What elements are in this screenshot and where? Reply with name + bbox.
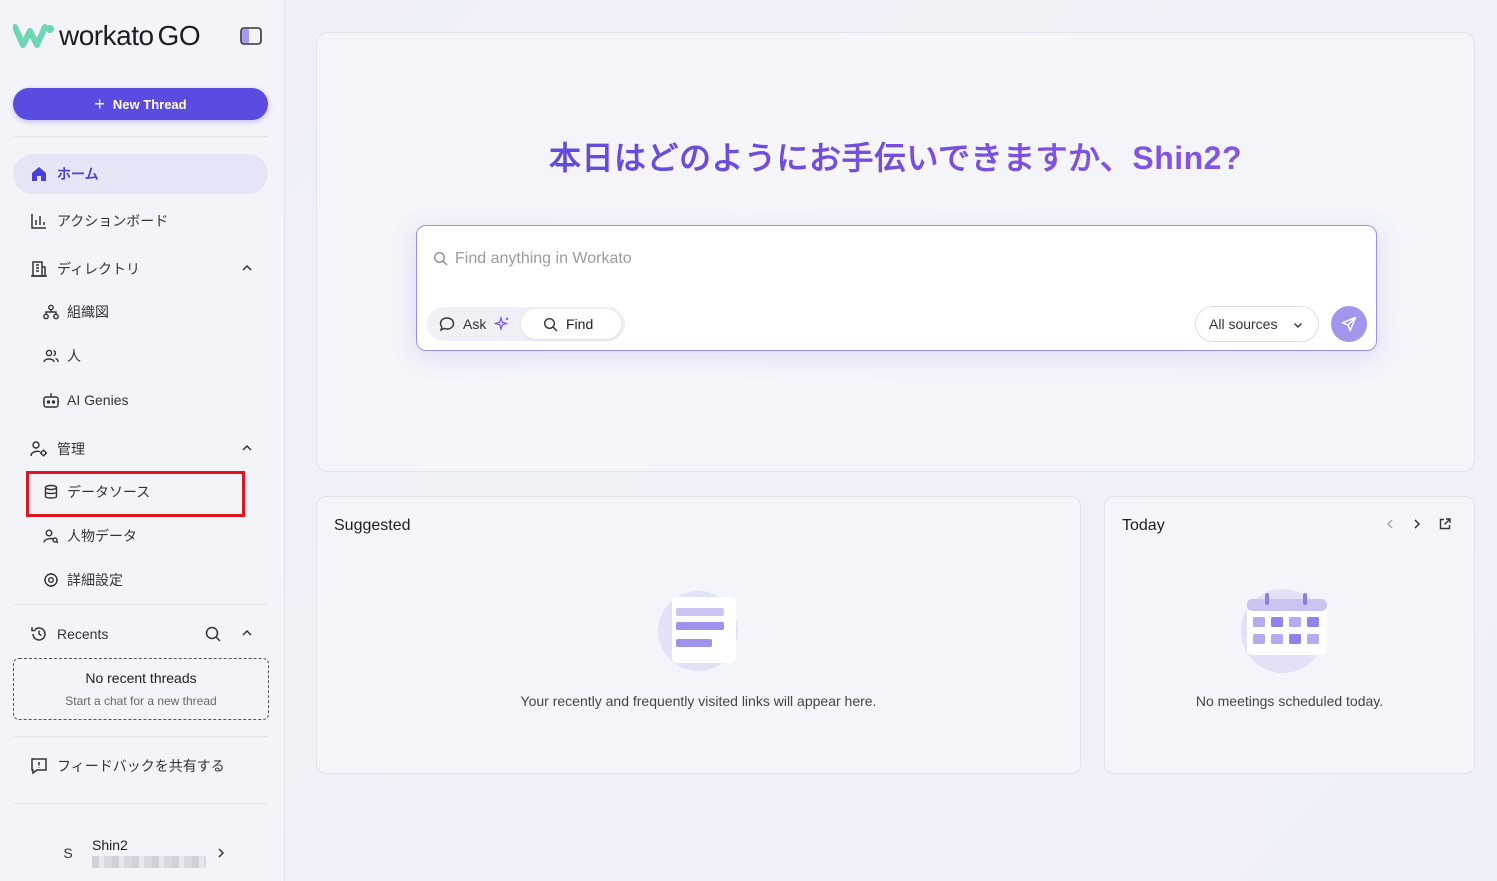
nav-org-chart[interactable]: 組織図 [28,292,243,332]
divider [13,136,268,137]
nav-directory-label: ディレクトリ [57,261,141,277]
mode-toggle: Ask Find [427,307,625,341]
highlight-annotation [26,471,245,517]
chevron-right-icon [218,848,225,858]
recents-empty-state: No recent threads Start a chat for a new… [13,658,269,720]
user-profile[interactable]: S Shin2 [56,832,236,872]
divider [13,736,268,737]
recents-empty-title: No recent threads [85,670,197,686]
chevron-left-icon[interactable] [1383,517,1397,531]
org-chart-icon [42,303,60,321]
nav-feedback-label: フィードバックを共有する [57,758,225,774]
nav-action-board-label: アクションボード [57,213,169,229]
nav-home-label: ホーム [57,166,99,182]
nav-home[interactable]: ホーム [13,154,268,194]
suggested-empty-text: Your recently and frequently visited lin… [520,693,877,709]
new-thread-label: New Thread [112,96,187,112]
mode-find-label: Find [566,316,594,332]
hero-panel: 本日はどのようにお手伝いできますか、Shin2? Ask Find All so… [316,32,1475,472]
nav-ai-genies[interactable]: AI Genies [28,380,243,420]
chevron-down-icon [1294,323,1302,328]
nav-ai-genies-label: AI Genies [67,392,129,408]
search-input[interactable] [455,244,1335,274]
external-link-icon[interactable] [1438,517,1452,531]
sidebar: workato GO + New Thread ホーム アクションボード ディレク… [0,0,285,881]
chevron-up-icon[interactable] [240,261,254,275]
user-gear-icon [29,439,49,459]
send-button[interactable] [1331,306,1367,342]
calendar-illustration-icon [1241,589,1327,673]
sources-label: All sources [1209,316,1278,332]
mode-find-button[interactable]: Find [521,309,621,339]
nav-admin-label: 管理 [57,441,85,457]
search-icon [434,252,448,266]
nav-org-chart-label: 組織図 [67,304,109,320]
feedback-icon [29,756,49,776]
search-icon[interactable] [204,625,222,643]
today-title: Today [1122,517,1165,534]
greeting-title: 本日はどのようにお手伝いできますか、Shin2? [317,133,1474,179]
gear-icon [42,571,60,589]
nav-advanced-settings[interactable]: 詳細設定 [28,560,243,600]
sources-dropdown[interactable]: All sources [1195,306,1319,342]
logo[interactable]: workato GO [13,20,201,52]
today-panel: Today No meetings scheduled today. [1104,496,1475,774]
chat-bubble-icon [439,317,455,332]
robot-icon [42,391,60,409]
person-search-icon [42,527,60,545]
mode-ask-button[interactable]: Ask [429,309,521,339]
bar-chart-icon [29,211,49,231]
logo-text: workato GO [59,20,201,51]
nav-person-data[interactable]: 人物データ [28,516,243,556]
nav-recents-label: Recents [57,626,109,642]
today-empty-text: No meetings scheduled today. [1195,693,1384,709]
history-icon [29,624,49,644]
user-email-redacted [92,856,206,868]
people-icon [42,347,60,365]
divider [13,604,268,605]
building-icon [29,259,49,279]
nav-people-label: 人 [67,348,81,364]
nav-advanced-settings-label: 詳細設定 [67,572,123,588]
mode-ask-label: Ask [463,316,487,332]
suggested-panel: Suggested Your recently and frequently v… [316,496,1081,774]
plus-icon: + [94,94,105,114]
chevron-up-icon[interactable] [240,626,254,640]
recents-empty-subtitle: Start a chat for a new thread [65,694,217,708]
user-name: Shin2 [92,837,128,853]
search-icon [543,317,558,331]
nav-people[interactable]: 人 [28,336,243,376]
workato-logo-icon [13,24,54,48]
sparkle-icon [494,316,510,332]
nav-person-data-label: 人物データ [67,528,137,544]
nav-directory[interactable]: ディレクトリ [13,249,268,289]
sidebar-toggle-icon[interactable] [240,27,262,45]
avatar: S [63,845,73,861]
divider [13,803,268,804]
search-card: Ask Find All sources [416,225,1377,351]
nav-admin[interactable]: 管理 [13,429,268,469]
chevron-right-icon[interactable] [1410,517,1424,531]
document-illustration-icon [658,591,738,671]
nav-feedback[interactable]: フィードバックを共有する [13,746,268,786]
home-icon [29,164,49,184]
new-thread-button[interactable]: + New Thread [13,88,268,120]
suggested-title: Suggested [334,517,411,534]
chevron-up-icon[interactable] [240,441,254,455]
nav-action-board[interactable]: アクションボード [13,201,268,241]
nav-recents[interactable]: Recents [13,614,268,654]
send-icon [1341,316,1357,332]
